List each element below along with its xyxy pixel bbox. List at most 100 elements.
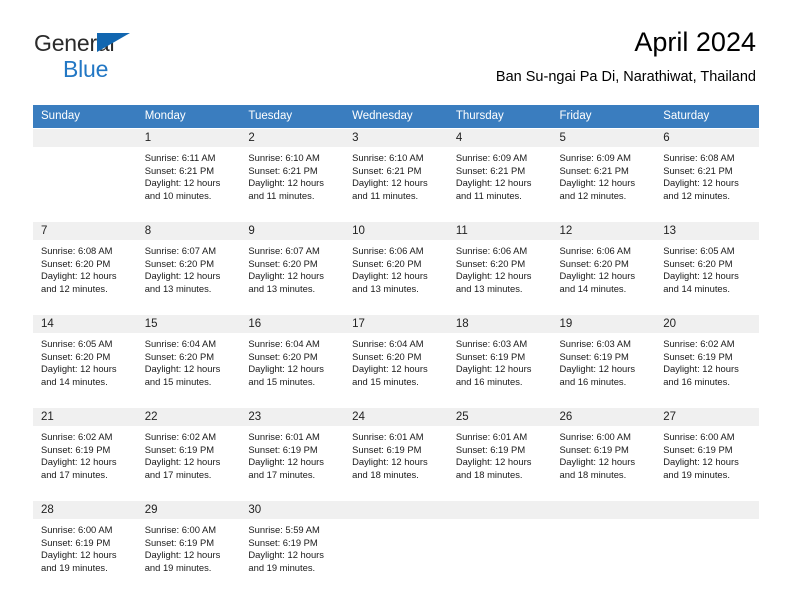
- day-detail-line: Sunrise: 6:00 AM: [663, 431, 735, 442]
- day-details: Sunrise: 6:07 AM Sunset: 6:20 PM Daylight:…: [240, 240, 344, 295]
- day-detail-line: Daylight: 12 hours: [455, 456, 532, 468]
- calendar-day-cell[interactable]: 19 Sunrise: 6:03 AM Sunset: 6:19 PM Dayligh…: [551, 314, 656, 405]
- day-detail-line: and 13 minutes.: [144, 282, 212, 294]
- day-number: 9: [240, 222, 345, 240]
- day-detail-line: Daylight: 12 hours: [144, 270, 221, 282]
- day-detail-line: and 11 minutes.: [352, 189, 419, 201]
- calendar-day-cell[interactable]: 13 Sunrise: 6:05 AM Sunset: 6:20 PM Dayligh…: [655, 221, 759, 312]
- calendar-day-cell[interactable]: 20 Sunrise: 6:02 AM Sunset: 6:19 PM Dayligh…: [655, 314, 759, 405]
- day-detail-line: Daylight: 12 hours: [455, 177, 532, 189]
- day-details: Sunrise: 6:02 AM Sunset: 6:19 PM Daylight:…: [137, 426, 241, 481]
- calendar-day-cell[interactable]: 30 Sunrise: 5:59 AM Sunset: 6:19 PM Dayligh…: [240, 500, 345, 591]
- day-number: 26: [551, 408, 656, 426]
- day-detail-line: Sunrise: 6:06 AM: [455, 245, 528, 256]
- page-header: General Blue April 2024 Ban Su-ngai Pa D…: [0, 0, 792, 84]
- day-detail-line: Daylight: 12 hours: [559, 177, 636, 189]
- calendar-day-cell[interactable]: 2 Sunrise: 6:10 AM Sunset: 6:21 PM Daylight…: [240, 128, 345, 219]
- calendar-day-cell[interactable]: 15 Sunrise: 6:04 AM Sunset: 6:20 PM Dayligh…: [136, 314, 241, 405]
- calendar-day-cell[interactable]: 7 Sunrise: 6:08 AM Sunset: 6:20 PM Daylight…: [33, 221, 137, 312]
- calendar-day-cell[interactable]: 12 Sunrise: 6:06 AM Sunset: 6:20 PM Dayligh…: [551, 221, 656, 312]
- calendar-day-cell[interactable]: 10 Sunrise: 6:06 AM Sunset: 6:20 PM Dayligh…: [344, 221, 448, 312]
- day-detail-line: Sunrise: 6:11 AM: [144, 152, 216, 163]
- calendar-day-cell[interactable]: 17 Sunrise: 6:04 AM Sunset: 6:20 PM Dayligh…: [344, 314, 448, 405]
- day-detail-line: and 17 minutes.: [248, 468, 316, 480]
- calendar-day-cell[interactable]: 25 Sunrise: 6:01 AM Sunset: 6:19 PM Dayligh…: [447, 407, 552, 498]
- day-number: 16: [240, 315, 345, 333]
- calendar-day-cell[interactable]: 4 Sunrise: 6:09 AM Sunset: 6:21 PM Daylight…: [447, 128, 552, 219]
- day-detail-line: Sunrise: 6:01 AM: [352, 431, 424, 442]
- calendar-day-cell[interactable]: 23 Sunrise: 6:01 AM Sunset: 6:19 PM Dayligh…: [240, 407, 345, 498]
- day-detail-line: Sunrise: 6:03 AM: [559, 338, 631, 349]
- day-number: [447, 501, 552, 519]
- day-detail-line: Sunrise: 6:06 AM: [559, 245, 631, 256]
- day-detail-line: Sunset: 6:20 PM: [41, 350, 111, 362]
- day-details: Sunrise: 6:07 AM Sunset: 6:20 PM Daylight:…: [137, 240, 241, 295]
- day-detail-line: Daylight: 12 hours: [663, 363, 739, 375]
- day-detail-line: Daylight: 12 hours: [663, 177, 739, 189]
- day-number: [33, 129, 137, 147]
- day-details: Sunrise: 6:08 AM Sunset: 6:21 PM Daylight:…: [655, 147, 759, 202]
- day-details: Sunrise: 6:00 AM Sunset: 6:19 PM Daylight:…: [137, 519, 241, 574]
- calendar-day-cell[interactable]: 29 Sunrise: 6:00 AM Sunset: 6:19 PM Dayligh…: [136, 500, 241, 591]
- weekday-header-thursday: Thursday: [447, 105, 552, 129]
- calendar-day-cell[interactable]: 26 Sunrise: 6:00 AM Sunset: 6:19 PM Dayligh…: [551, 407, 656, 498]
- calendar-day-cell[interactable]: 24 Sunrise: 6:01 AM Sunset: 6:19 PM Dayligh…: [344, 407, 448, 498]
- logo-triangle-icon: [97, 33, 130, 52]
- day-detail-line: Sunset: 6:19 PM: [248, 536, 318, 548]
- day-number: 4: [447, 129, 552, 147]
- calendar-day-cell[interactable]: 16 Sunrise: 6:04 AM Sunset: 6:20 PM Dayligh…: [240, 314, 345, 405]
- day-number: 24: [344, 408, 448, 426]
- day-number: [551, 501, 656, 519]
- day-detail-line: Sunset: 6:19 PM: [352, 443, 422, 455]
- day-detail-line: and 13 minutes.: [248, 282, 316, 294]
- day-detail-line: Sunset: 6:21 PM: [663, 164, 733, 176]
- day-details: Sunrise: 6:06 AM Sunset: 6:20 PM Daylight:…: [552, 240, 656, 295]
- day-detail-line: Sunset: 6:19 PM: [455, 443, 526, 455]
- day-number: 27: [655, 408, 759, 426]
- calendar-header-row: Sunday Monday Tuesday Wednesday Thursday Frid…: [33, 105, 759, 129]
- calendar-day-cell[interactable]: 11 Sunrise: 6:06 AM Sunset: 6:20 PM Dayligh…: [447, 221, 552, 312]
- day-details: Sunrise: 6:06 AM Sunset: 6:20 PM Daylight:…: [344, 240, 448, 295]
- day-detail-line: Sunset: 6:19 PM: [144, 536, 215, 548]
- day-detail-line: and 12 minutes.: [559, 189, 627, 201]
- day-number: 11: [447, 222, 552, 240]
- day-number: 20: [655, 315, 759, 333]
- day-detail-line: Sunset: 6:19 PM: [41, 443, 111, 455]
- day-detail-line: Sunrise: 6:06 AM: [352, 245, 424, 256]
- day-number: 19: [551, 315, 656, 333]
- calendar-day-cell[interactable]: 6 Sunrise: 6:08 AM Sunset: 6:21 PM Daylight…: [655, 128, 759, 219]
- general-blue-logo: General Blue: [34, 32, 154, 81]
- day-detail-line: Sunset: 6:21 PM: [455, 164, 526, 176]
- calendar-day-cell[interactable]: 3 Sunrise: 6:10 AM Sunset: 6:21 PM Daylight…: [344, 128, 448, 219]
- day-detail-line: Sunrise: 6:10 AM: [352, 152, 424, 163]
- day-detail-line: Daylight: 12 hours: [352, 363, 428, 375]
- day-detail-line: and 18 minutes.: [352, 468, 419, 480]
- day-detail-line: Sunset: 6:21 PM: [559, 164, 629, 176]
- day-detail-line: Sunrise: 6:04 AM: [248, 338, 320, 349]
- calendar-day-cell[interactable]: 27 Sunrise: 6:00 AM Sunset: 6:19 PM Dayligh…: [655, 407, 759, 498]
- day-details: Sunrise: 6:01 AM Sunset: 6:19 PM Daylight:…: [448, 426, 552, 481]
- calendar-day-cell[interactable]: 18 Sunrise: 6:03 AM Sunset: 6:19 PM Dayligh…: [447, 314, 552, 405]
- calendar-week-row: 1 Sunrise: 6:11 AM Sunset: 6:21 PM Daylight…: [33, 128, 759, 219]
- calendar-day-cell[interactable]: 5 Sunrise: 6:09 AM Sunset: 6:21 PM Daylight…: [551, 128, 656, 219]
- calendar-day-cell[interactable]: 14 Sunrise: 6:05 AM Sunset: 6:20 PM Dayligh…: [33, 314, 137, 405]
- calendar-day-cell[interactable]: 9 Sunrise: 6:07 AM Sunset: 6:20 PM Daylight…: [240, 221, 345, 312]
- day-number: 29: [136, 501, 241, 519]
- calendar-day-cell[interactable]: 21 Sunrise: 6:02 AM Sunset: 6:19 PM Dayligh…: [33, 407, 137, 498]
- day-detail-line: Sunrise: 6:08 AM: [663, 152, 735, 163]
- day-detail-line: Sunrise: 6:02 AM: [144, 431, 217, 442]
- sunrise-sunset-calendar: Sunday Monday Tuesday Wednesday Thursday Frid…: [33, 105, 759, 591]
- calendar-day-cell[interactable]: 1 Sunrise: 6:11 AM Sunset: 6:21 PM Daylight…: [136, 128, 241, 219]
- day-detail-line: Sunrise: 6:05 AM: [663, 245, 735, 256]
- calendar-day-cell[interactable]: 8 Sunrise: 6:07 AM Sunset: 6:20 PM Daylight…: [136, 221, 241, 312]
- day-number: 10: [344, 222, 448, 240]
- day-detail-line: Daylight: 12 hours: [144, 549, 221, 561]
- day-number: 14: [33, 315, 137, 333]
- calendar-day-cell[interactable]: 28 Sunrise: 6:00 AM Sunset: 6:19 PM Dayligh…: [33, 500, 137, 591]
- day-detail-line: and 12 minutes.: [663, 189, 730, 201]
- calendar-day-cell[interactable]: 22 Sunrise: 6:02 AM Sunset: 6:19 PM Dayligh…: [136, 407, 241, 498]
- day-detail-line: and 14 minutes.: [559, 282, 627, 294]
- day-detail-line: Sunset: 6:20 PM: [352, 350, 422, 362]
- day-detail-line: Sunrise: 6:04 AM: [144, 338, 217, 349]
- day-detail-line: and 18 minutes.: [455, 468, 523, 480]
